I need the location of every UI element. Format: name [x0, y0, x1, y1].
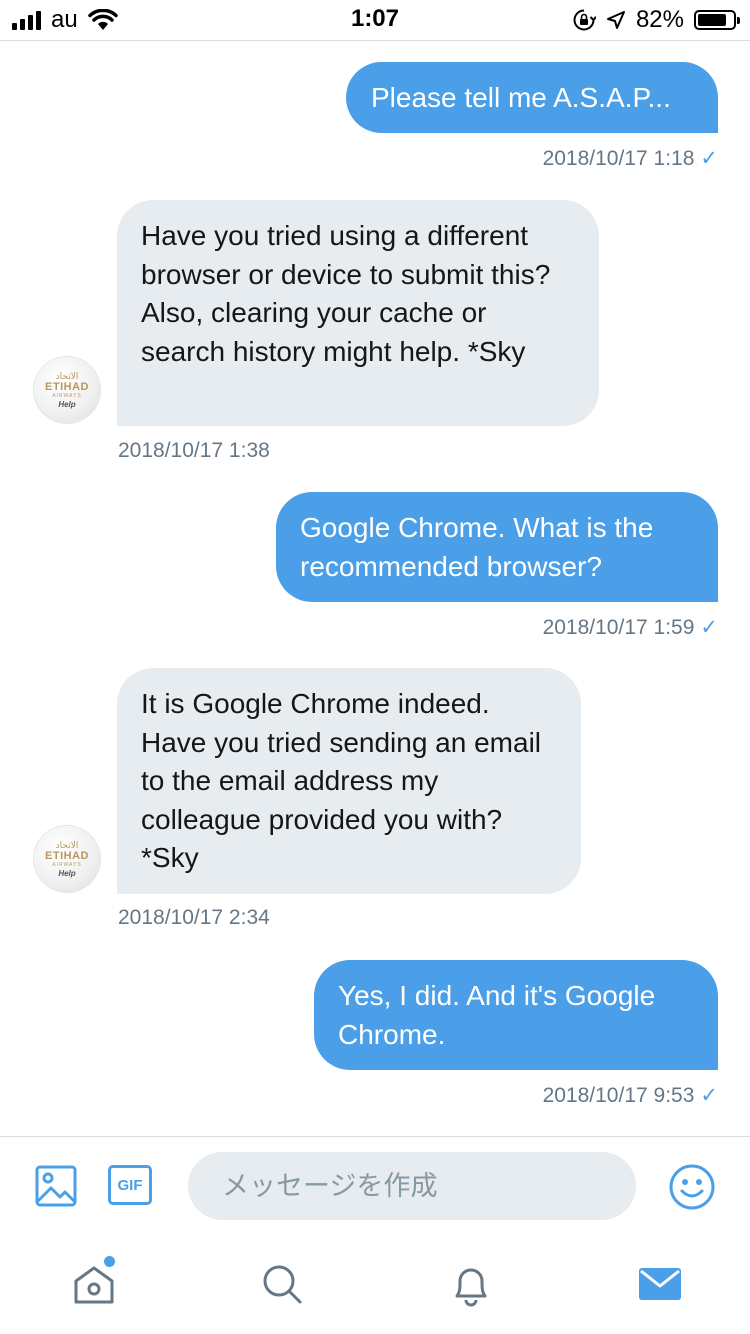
status-bar: au 1:07 82%: [0, 0, 750, 40]
message-timestamp: 2018/10/17 9:53 ✓: [542, 1084, 718, 1107]
home-icon[interactable]: [70, 1260, 118, 1308]
message-text: Google Chrome. What is the recommended b…: [300, 512, 654, 582]
gif-icon: GIF: [117, 1176, 143, 1194]
received-message[interactable]: Have you tried using a different browser…: [117, 200, 599, 426]
battery-icon: [694, 10, 740, 30]
sent-message[interactable]: Google Chrome. What is the recommended b…: [276, 492, 718, 602]
received-message[interactable]: It is Google Chrome indeed. Have you tri…: [117, 668, 581, 894]
sent-message[interactable]: Yes, I did. And it's Google Chrome.: [314, 960, 718, 1070]
orientation-lock-icon: [573, 9, 596, 31]
message-input[interactable]: [188, 1152, 636, 1220]
read-check-icon: ✓: [700, 616, 718, 639]
message-text: Yes, I did. And it's Google Chrome.: [338, 980, 656, 1050]
avatar[interactable]: الاتحاد ETIHAD AIRWAYS Help: [34, 826, 100, 892]
message-text: It is Google Chrome indeed. Have you tri…: [141, 688, 542, 873]
emoji-icon[interactable]: [668, 1163, 716, 1211]
image-icon[interactable]: [34, 1164, 78, 1208]
gif-button[interactable]: GIF: [108, 1165, 152, 1205]
new-content-dot: [104, 1256, 115, 1267]
message-timestamp: 2018/10/17 1:18 ✓: [542, 147, 718, 170]
notifications-bell-icon[interactable]: [447, 1260, 495, 1308]
message-text: Please tell me A.S.A.P...: [371, 82, 671, 113]
read-check-icon: ✓: [700, 147, 718, 170]
battery-percentage: 82%: [635, 6, 684, 33]
sent-message[interactable]: Please tell me A.S.A.P...: [346, 62, 718, 133]
read-check-icon: ✓: [700, 1084, 718, 1107]
message-timestamp: 2018/10/17 2:34: [118, 906, 270, 929]
messages-envelope-icon[interactable]: [636, 1260, 684, 1308]
message-timestamp: 2018/10/17 1:59 ✓: [542, 616, 718, 639]
avatar[interactable]: الاتحاد ETIHAD AIRWAYS Help: [34, 357, 100, 423]
message-timestamp: 2018/10/17 1:38: [118, 439, 270, 462]
composer-divider: [0, 1136, 750, 1137]
status-bar-divider: [0, 40, 750, 41]
message-text: Have you tried using a different browser…: [141, 220, 551, 367]
search-icon[interactable]: [258, 1260, 306, 1308]
location-arrow-icon: [606, 11, 625, 29]
